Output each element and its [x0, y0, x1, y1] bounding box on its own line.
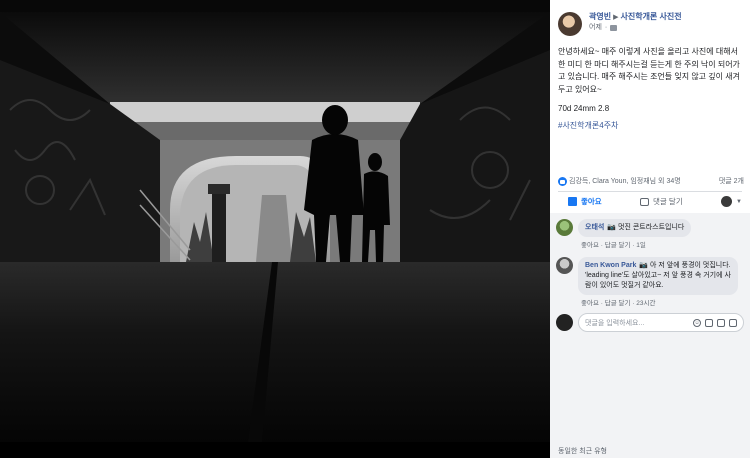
like-button[interactable]: 좋아요: [568, 196, 602, 207]
comment-item: Ben Kwon Park 📷 아 저 앞에 풍경이 멋집니다. 'leading…: [556, 257, 744, 307]
camera-emoji-icon: 📷: [607, 224, 618, 231]
comment-bubble: Ben Kwon Park 📷 아 저 앞에 풍경이 멋집니다. 'leading…: [578, 257, 738, 295]
comment-time[interactable]: 23시간: [636, 300, 655, 307]
comment-item: 오태석 📷 멋진 콘트라스트입니다 좋아요 · 답글 달기 · 1일: [556, 219, 744, 249]
comment-bubble-icon: [640, 197, 650, 206]
commenter-name[interactable]: 오태석: [585, 224, 604, 231]
comment-meta: 좋아요 · 답글 달기 · 1일: [581, 242, 646, 249]
comment-like-link[interactable]: 좋아요: [581, 242, 599, 249]
group-privacy-icon: [610, 25, 618, 32]
post-meta: 곽영빈 ▶ 사진학개론 사진전 어제 ·: [589, 12, 682, 33]
comment-like-link[interactable]: 좋아요: [581, 300, 599, 307]
comment-input[interactable]: 댓글을 입력하세요... ☺: [578, 313, 744, 332]
arrow-right-icon: ▶: [613, 14, 619, 21]
reaction-names[interactable]: 김강득, Clara Youn, 임정재님 외 34명: [569, 176, 681, 186]
camera-emoji-icon: 📷: [639, 262, 651, 269]
divider: [558, 191, 742, 192]
reaction-summary-row: 김강득, Clara Youn, 임정재님 외 34명 댓글 2개: [558, 176, 744, 186]
dot-separator: ·: [604, 23, 608, 31]
like-label: 좋아요: [581, 197, 602, 206]
post-time[interactable]: 어제: [589, 24, 602, 33]
comment-reply-link[interactable]: 답글 달기: [605, 300, 631, 307]
photo-viewer: [0, 0, 550, 458]
comment-input-placeholder: 댓글을 입력하세요...: [585, 319, 645, 327]
author-avatar[interactable]: [558, 12, 582, 36]
comment-label: 댓글 달기: [653, 197, 683, 206]
comment-meta: 좋아요 · 답글 달기 · 23시간: [581, 300, 656, 307]
comments-section: 오태석 📷 멋진 콘트라스트입니다 좋아요 · 답글 달기 · 1일 Ben Kw…: [550, 213, 750, 458]
gif-icon[interactable]: [717, 318, 725, 327]
post-panel: 곽영빈 ▶ 사진학개론 사진전 어제 · 안녕하세요~ 매주 이렇게 사진을 올리고…: [550, 0, 750, 458]
comment-count[interactable]: 댓글 2개: [719, 176, 744, 186]
commenter-avatar[interactable]: [556, 257, 573, 274]
like-reaction-icon: [558, 176, 567, 186]
comment-button[interactable]: 댓글 달기: [640, 196, 683, 207]
thumbs-up-icon: [568, 197, 577, 206]
comment-input-row: 댓글을 입력하세요... ☺: [556, 313, 744, 332]
profile-avatar-icon: [721, 196, 733, 207]
commenter-avatar[interactable]: [556, 219, 573, 236]
post-header: 곽영빈 ▶ 사진학개론 사진전 어제 ·: [550, 0, 750, 36]
author-name[interactable]: 곽영빈: [589, 12, 611, 21]
post-text: 안녕하세요~ 매주 이렇게 사진을 올리고 사진에 대해서 한 미디 한 마디 …: [558, 47, 740, 94]
commenter-name[interactable]: Ben Kwon Park: [585, 262, 636, 269]
comment-time[interactable]: 1일: [636, 242, 646, 249]
action-bar: 좋아요 댓글 달기 ▼: [568, 196, 742, 207]
comment-reply-link[interactable]: 답글 달기: [605, 242, 631, 249]
hashtag-link[interactable]: #사진학개론4주차: [550, 113, 750, 131]
audience-selector-button[interactable]: ▼: [721, 196, 742, 207]
comment-bubble: 오태석 📷 멋진 콘트라스트입니다: [578, 219, 692, 237]
tunnel-photo[interactable]: [0, 0, 550, 458]
footer-text: 동일한 최근 유형: [558, 448, 607, 455]
comment-text: 멋진 콘트라스트입니다: [618, 224, 685, 231]
camera-info: 70d 24mm 2.8: [558, 104, 610, 113]
chevron-down-icon: ▼: [736, 198, 742, 205]
my-avatar: [556, 314, 573, 331]
sticker-icon[interactable]: [729, 318, 737, 327]
group-name[interactable]: 사진학개론 사진전: [620, 12, 681, 21]
emoji-icon[interactable]: ☺: [693, 318, 701, 327]
camera-icon[interactable]: [705, 318, 713, 327]
